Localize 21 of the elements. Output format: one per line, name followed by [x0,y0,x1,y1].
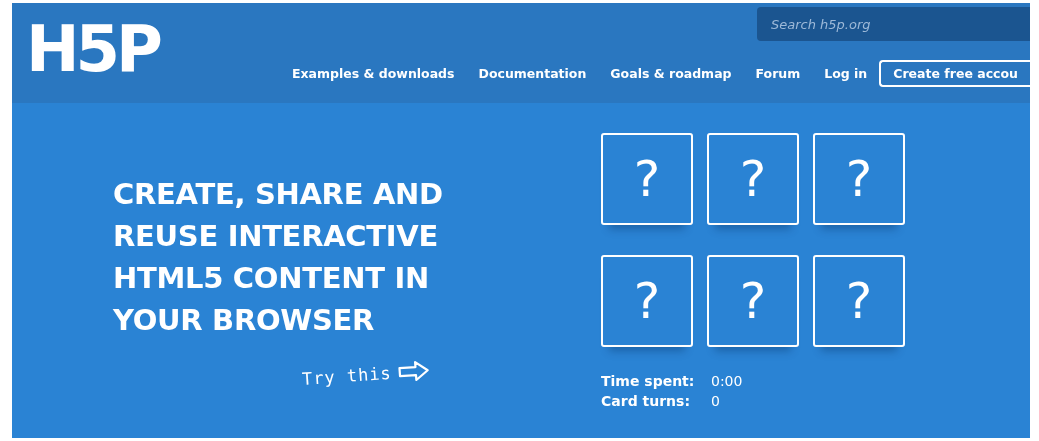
memory-card[interactable]: ? [707,133,799,225]
nav-link[interactable]: Documentation [478,66,587,81]
search-field[interactable]: Search h5p.org [757,7,1030,41]
memory-card[interactable]: ? [813,255,905,347]
stat-value: 0:00 [711,373,744,389]
nav-link[interactable]: Examples & downloads [292,66,455,81]
nav-link[interactable]: Log in [824,66,868,81]
memory-card[interactable]: ? [601,133,693,225]
arrow-right-icon [396,360,431,383]
stat-value: 0 [711,393,721,409]
h5p-logo[interactable]: H5P [26,17,159,81]
stat-label: Card turns: [601,393,691,409]
memory-card[interactable]: ? [813,133,905,225]
memory-card[interactable]: ? [707,255,799,347]
nav-link[interactable]: Goals & roadmap [610,66,732,81]
hero-headline: CREATE, SHARE AND REUSE INTERACTIVE HTML5 CONTENT IN YOUR BROWSER [113,176,444,339]
try-this-hint: Try this [301,362,393,389]
memory-card[interactable]: ? [601,255,693,347]
nav-link[interactable]: Forum [755,66,801,81]
stat-label: Time spent: [601,373,696,389]
create-account-button[interactable]: Create free accou [879,60,1030,87]
